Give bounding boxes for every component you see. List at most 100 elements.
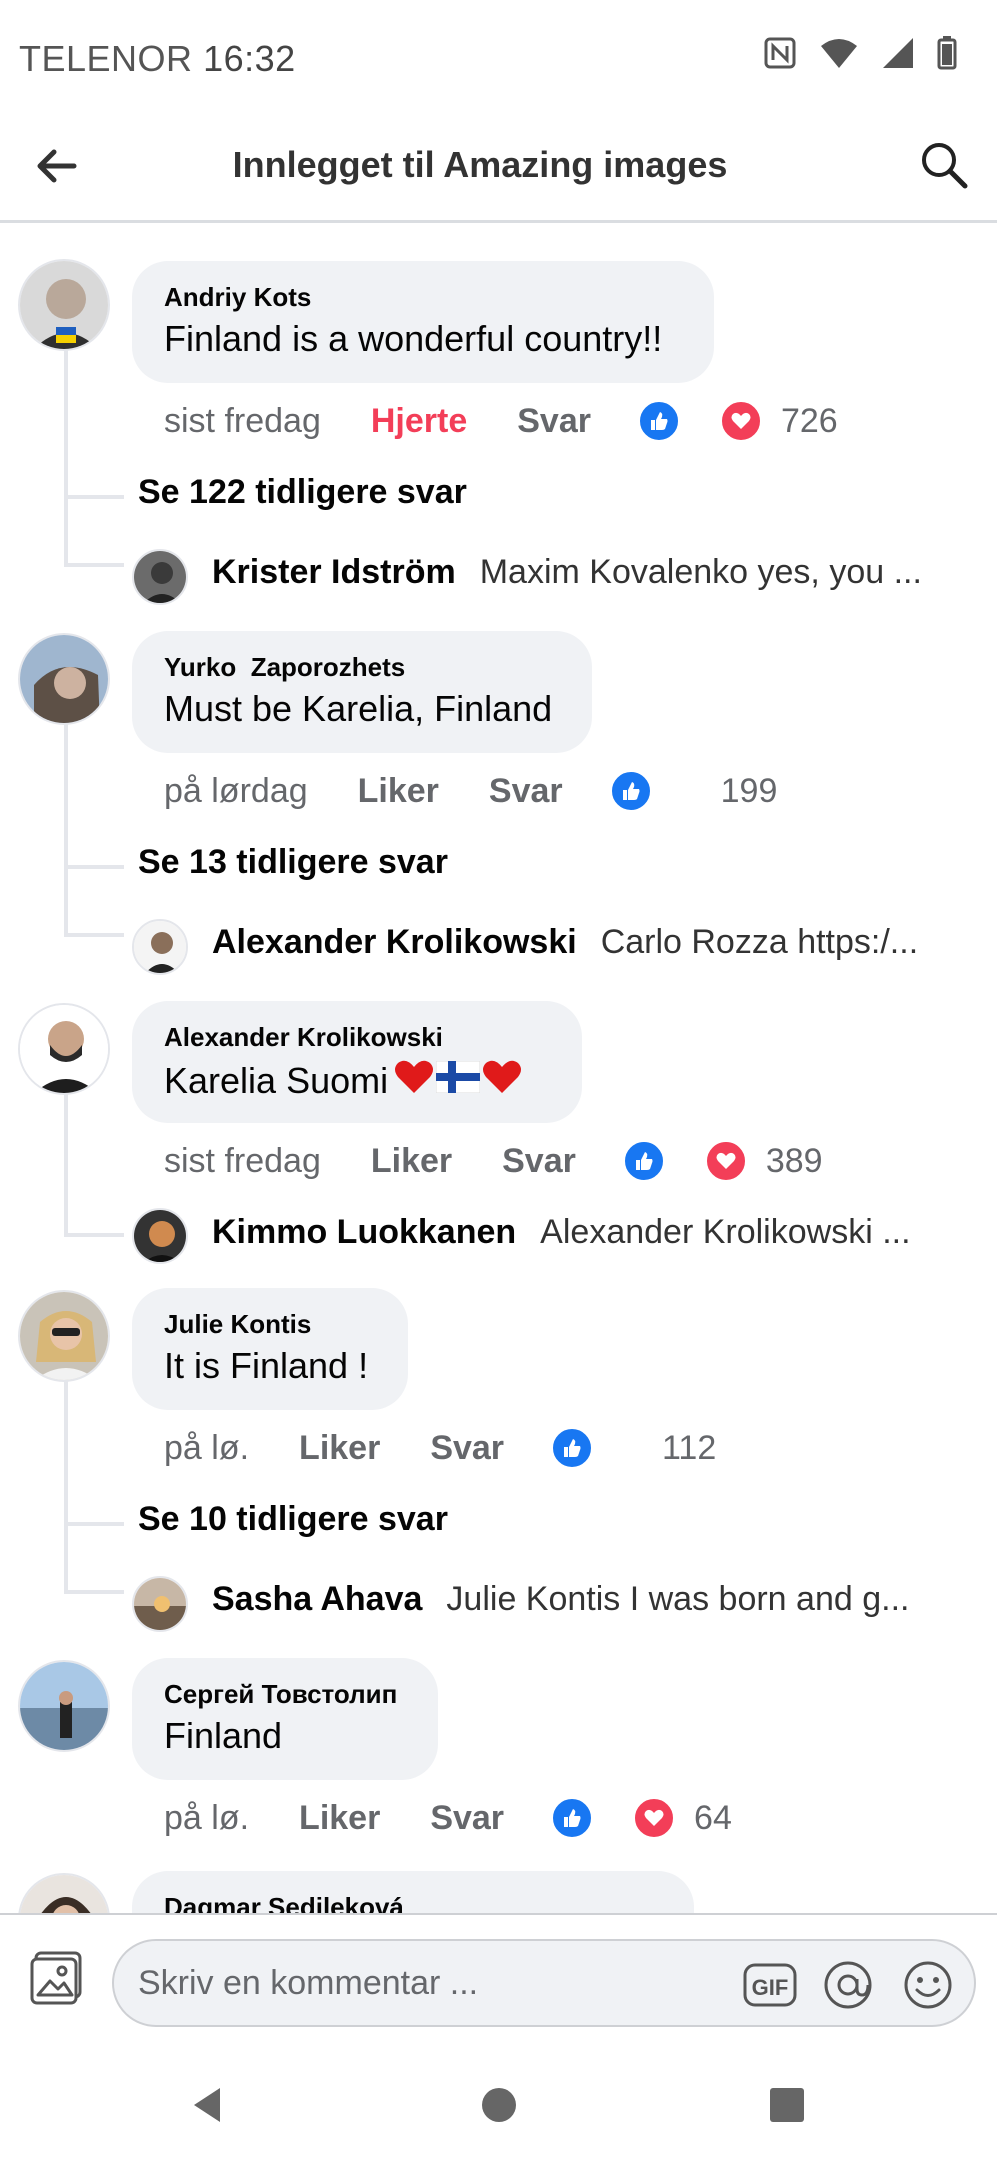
at-icon[interactable]: [822, 1959, 874, 2011]
reactions-summary[interactable]: [621, 1139, 748, 1183]
reply-button[interactable]: Svar: [517, 402, 591, 441]
comment-text: Must be Karelia, Finland: [164, 688, 553, 729]
comment-author[interactable]: Dagmar Sedileková: [164, 1891, 662, 1913]
comment-actions: på lø. Liker Svar 64: [164, 1793, 732, 1843]
comment-input[interactable]: [136, 1957, 700, 2009]
like-button[interactable]: Hjerte: [371, 402, 467, 441]
comment-bubble[interactable]: Andriy Kots Finland is a wonderful count…: [132, 261, 714, 383]
reply-author[interactable]: Alexander Krolikowski: [212, 923, 577, 962]
like-button[interactable]: Liker: [358, 772, 439, 811]
heart-icon: [632, 1796, 677, 1840]
avatar[interactable]: [18, 1873, 110, 1913]
comment-author[interactable]: Julie Kontis: [164, 1308, 376, 1340]
avatar[interactable]: [18, 1290, 110, 1382]
see-more-replies[interactable]: Se 13 tidligere svar: [138, 843, 448, 882]
like-button[interactable]: Liker: [299, 1799, 380, 1838]
latest-reply[interactable]: Kimmo Luokkanen Alexander Krolikowski ..…: [212, 1213, 911, 1252]
reply-text: Alexander Krolikowski ...: [540, 1213, 911, 1251]
reactions-summary[interactable]: [550, 1426, 644, 1470]
comment-feed[interactable]: Andriy Kots Finland is a wonderful count…: [0, 223, 997, 1913]
svg-text:GIF: GIF: [752, 1975, 789, 2000]
comment-bubble[interactable]: Dagmar Sedileková: [132, 1871, 694, 1913]
emoji-icon[interactable]: [902, 1959, 954, 2011]
photo-icon[interactable]: [28, 1949, 86, 2007]
comment-timestamp: på lø.: [164, 1798, 250, 1837]
comment-timestamp: på lø.: [164, 1428, 250, 1467]
comment-bubble[interactable]: Сергей Товстолип Finland: [132, 1658, 438, 1780]
reply-author[interactable]: Sasha Ahava: [212, 1580, 422, 1619]
reply-button[interactable]: Svar: [430, 1429, 504, 1468]
like-button[interactable]: Liker: [299, 1429, 380, 1468]
comment-author[interactable]: Andriy Kots: [164, 281, 682, 313]
avatar[interactable]: [18, 1003, 110, 1095]
thread-connector: [64, 865, 124, 869]
comment-author[interactable]: Сергей Товстолип: [164, 1678, 406, 1710]
latest-reply[interactable]: Sasha Ahava Julie Kontis I was born and …: [212, 1580, 909, 1619]
reply-button[interactable]: Svar: [430, 1799, 504, 1838]
heart-icon: [718, 399, 763, 443]
comment-actions: sist fredag Hjerte Svar 726: [164, 396, 838, 446]
nav-back-icon[interactable]: [184, 2080, 234, 2130]
nav-home-icon[interactable]: [474, 2080, 524, 2130]
search-icon[interactable]: [917, 138, 971, 192]
comment-actions: på lørdag Liker Svar 199: [164, 766, 777, 816]
avatar[interactable]: [18, 633, 110, 725]
like-button[interactable]: Liker: [371, 1142, 452, 1181]
comment-author[interactable]: Alexander Krolikowski: [164, 1021, 550, 1053]
thread-connector: [64, 933, 124, 937]
reply-button[interactable]: Svar: [502, 1142, 576, 1181]
comment-bubble[interactable]: Julie Kontis It is Finland !: [132, 1288, 408, 1410]
reply-avatar[interactable]: [132, 1208, 188, 1264]
heart-emoji-icon: [482, 1057, 522, 1105]
gif-icon[interactable]: GIF: [742, 1959, 797, 2011]
thread-connector: [64, 1590, 124, 1594]
wifi-icon: [821, 39, 857, 68]
latest-reply[interactable]: Krister Idström Maxim Kovalenko yes, you…: [212, 553, 922, 592]
comment-text: Karelia Suomi: [164, 1060, 389, 1101]
page-title: Innlegget til Amazing images: [232, 144, 728, 185]
reply-author[interactable]: Kimmo Luokkanen: [212, 1213, 516, 1252]
signal-icon: [883, 38, 913, 68]
thread-connector: [64, 495, 124, 499]
thread-connector: [64, 563, 124, 567]
reaction-count: 726: [780, 401, 838, 440]
top-app-bar: Innlegget til Amazing images: [0, 112, 997, 223]
reply-button[interactable]: Svar: [489, 772, 563, 811]
heart-emoji-icon: [394, 1057, 434, 1105]
comment-timestamp: sist fredag: [164, 401, 321, 440]
reply-text: Maxim Kovalenko yes, you ...: [479, 553, 922, 591]
see-more-replies[interactable]: Se 10 tidligere svar: [138, 1500, 448, 1539]
avatar[interactable]: [18, 259, 110, 351]
latest-reply[interactable]: Alexander Krolikowski Carlo Rozza https:…: [212, 923, 918, 962]
reactions-summary[interactable]: [608, 769, 703, 813]
comment-bubble[interactable]: Alexander Krolikowski Karelia Suomi: [132, 1001, 582, 1123]
comment-timestamp: sist fredag: [164, 1141, 321, 1180]
thread-connector: [64, 1233, 124, 1237]
comment-bubble[interactable]: Yurko Zaporozhets Must be Karelia, Finla…: [132, 631, 592, 753]
comment-text: It is Finland !: [164, 1345, 369, 1386]
carrier-name: TELENOR: [19, 38, 193, 79]
reaction-count: 389: [765, 1141, 823, 1180]
reaction-count: 199: [720, 771, 778, 810]
status-bar: TELENOR 16:32: [0, 0, 997, 112]
reply-avatar[interactable]: [132, 1576, 188, 1632]
reactions-summary[interactable]: [636, 399, 763, 443]
comment-author[interactable]: Yurko Zaporozhets: [164, 651, 560, 683]
comment-actions: på lø. Liker Svar 112: [164, 1423, 716, 1473]
nav-recents-icon[interactable]: [762, 2080, 812, 2130]
thumbs-up-icon: [550, 1796, 595, 1840]
comment-timestamp: på lørdag: [164, 771, 308, 810]
reactions-summary[interactable]: [550, 1796, 677, 1840]
reply-avatar[interactable]: [132, 919, 188, 975]
reply-text: Carlo Rozza https:/...: [600, 923, 919, 961]
comment-text: Finland: [164, 1715, 283, 1756]
reply-avatar[interactable]: [132, 549, 188, 605]
comment-input-container[interactable]: GIF: [112, 1939, 976, 2027]
finland-flag-icon: [435, 1059, 481, 1103]
reply-author[interactable]: Krister Idström: [212, 553, 456, 592]
avatar[interactable]: [18, 1660, 110, 1752]
thumbs-up-icon: [608, 769, 653, 813]
battery-icon: [937, 36, 957, 70]
reply-text: Julie Kontis I was born and g...: [446, 1580, 910, 1618]
see-more-replies[interactable]: Se 122 tidligere svar: [138, 473, 467, 512]
